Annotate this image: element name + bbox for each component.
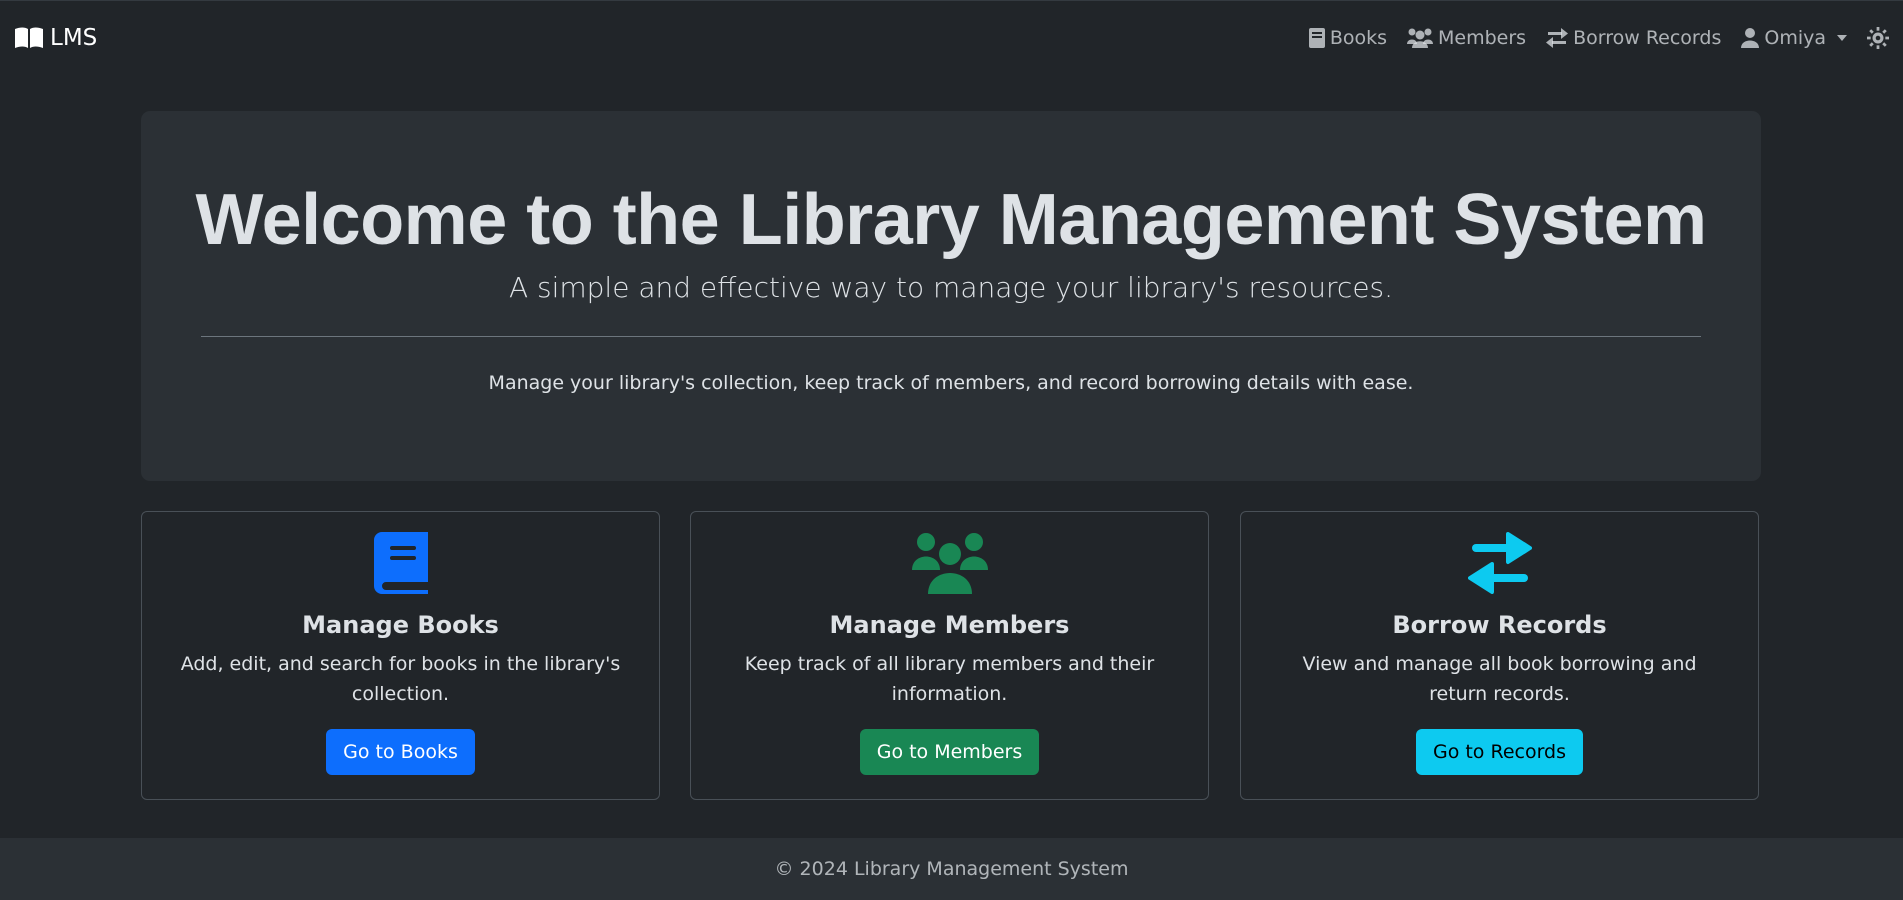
- nav-links: Books Members Borrow Records Omiya: [1308, 26, 1889, 49]
- nav-link-label: Borrow Records: [1573, 26, 1722, 49]
- nav-link-borrow-records[interactable]: Borrow Records: [1546, 27, 1721, 49]
- exchange-icon: [1546, 27, 1569, 48]
- nav-link-label: Members: [1438, 26, 1527, 49]
- theme-toggle-button[interactable]: [1867, 26, 1889, 49]
- user-name: Omiya: [1764, 26, 1826, 49]
- card-manage-members: Manage Members Keep track of all library…: [690, 511, 1209, 800]
- footer-text: © 2024 Library Management System: [774, 858, 1129, 880]
- card-text: View and manage all book borrowing and r…: [1302, 653, 1697, 705]
- book-open-icon: [15, 27, 43, 48]
- card-text: Keep track of all library members and th…: [744, 653, 1155, 705]
- hero-lead: A simple and effective way to manage you…: [508, 271, 1394, 304]
- card-title: Borrow Records: [1392, 611, 1607, 639]
- nav-link-books[interactable]: Books: [1308, 26, 1388, 49]
- book-icon: [373, 532, 428, 594]
- card-icon: [142, 531, 659, 595]
- card-borrow-records: Borrow Records View and manage all book …: [1240, 511, 1759, 800]
- book-icon: [1308, 27, 1325, 48]
- card-icon: [691, 531, 1208, 595]
- card-title: Manage Members: [829, 611, 1070, 639]
- hero-section: Welcome to the Library Management System…: [141, 111, 1761, 481]
- hero-divider: [201, 336, 1701, 337]
- card-title: Manage Books: [302, 611, 499, 639]
- go-to-records-button[interactable]: Go to Records: [1415, 729, 1584, 775]
- nav-link-label: Books: [1329, 26, 1388, 49]
- brand-label: LMS: [50, 24, 98, 51]
- brand-link[interactable]: LMS: [14, 25, 97, 51]
- go-to-members-button[interactable]: Go to Members: [859, 729, 1040, 775]
- users-icon: [1407, 28, 1434, 48]
- user-icon: [1741, 27, 1760, 48]
- chevron-down-icon: [1837, 34, 1847, 41]
- nav-link-members[interactable]: Members: [1407, 27, 1526, 49]
- users-icon: [911, 533, 988, 594]
- card-text: Add, edit, and search for books in the l…: [180, 653, 621, 705]
- user-dropdown[interactable]: Omiya: [1741, 27, 1847, 49]
- navbar: LMS Books Members Borrow Records Omiya: [0, 0, 1903, 74]
- card-manage-books: Manage Books Add, edit, and search for b…: [141, 511, 660, 800]
- card-icon: [1241, 531, 1758, 595]
- go-to-books-button[interactable]: Go to Books: [326, 729, 475, 775]
- exchange-icon: [1467, 532, 1532, 594]
- sun-icon: [1867, 26, 1889, 49]
- hero-description: Manage your library's collection, keep t…: [488, 372, 1414, 394]
- footer: © 2024 Library Management System: [0, 838, 1903, 900]
- hero-title: Welcome to the Library Management System: [195, 180, 1707, 260]
